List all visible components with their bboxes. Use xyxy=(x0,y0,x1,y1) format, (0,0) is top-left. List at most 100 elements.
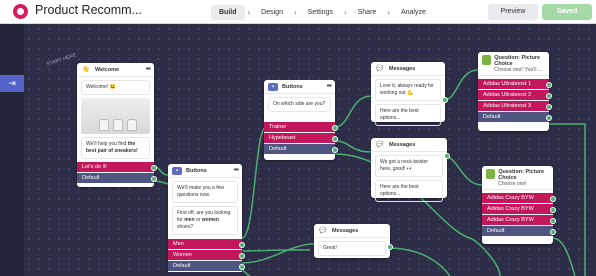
connector-dot[interactable] xyxy=(151,176,157,182)
option-label: Women xyxy=(173,252,192,258)
option-label: Hypebeast xyxy=(269,135,296,141)
option-hypebeast[interactable]: Hypebeast xyxy=(264,133,338,144)
option-crazy-byw-2[interactable]: Adidas Crazy BYW xyxy=(482,204,556,215)
chat-bubble-icon: 💬 xyxy=(376,141,384,148)
option-lets-do-it[interactable]: Let's do it! xyxy=(77,162,157,173)
connector-dot[interactable] xyxy=(442,97,448,103)
option-default[interactable]: Default xyxy=(264,144,338,155)
connector-dot[interactable] xyxy=(546,82,552,88)
shoe-shape xyxy=(99,119,109,131)
shoe-shape xyxy=(113,119,123,131)
more-options-icon[interactable]: ••• xyxy=(234,167,239,174)
connector-dot[interactable] xyxy=(550,196,556,202)
option-ultraboost-2[interactable]: Adidas Ultraboost 2 xyxy=(478,90,552,101)
chat-bubble-icon: 💬 xyxy=(376,65,384,72)
connector-dot[interactable] xyxy=(239,242,245,248)
messages-card-hypebeast[interactable]: 💬 Messages We got a neck-twister here, g… xyxy=(371,138,450,202)
message-bubble: We'll help you find the best pair of sne… xyxy=(81,137,150,159)
picture-choice-card-crazy[interactable]: Question: Picture Choice Choose one! Adi… xyxy=(482,166,556,244)
connector-dot[interactable] xyxy=(239,253,245,259)
buttons-card-side[interactable]: ▪ Buttons ••• On which side are you? Tra… xyxy=(264,80,338,160)
message-bubble: Welcome! 😃 xyxy=(81,80,150,95)
message-bubble: We got a neck-twister here, good! 👀 xyxy=(375,155,443,177)
connector-dot[interactable] xyxy=(151,165,157,171)
connector-dot[interactable] xyxy=(546,93,552,99)
connector-dot[interactable] xyxy=(387,244,393,250)
option-ultraboost-3[interactable]: Adidas Ultraboost 3 xyxy=(478,101,552,112)
option-label: Default xyxy=(173,263,191,269)
card-header: ▪ Buttons ••• xyxy=(264,80,335,94)
card-header: 💬 Messages xyxy=(371,138,447,152)
card-heading: Question: Picture Choice Choose one!' Yo… xyxy=(494,55,545,73)
card-header: 💬 Messages xyxy=(314,224,390,238)
bubble-text: We'll help you find xyxy=(86,141,128,147)
option-default[interactable]: Default xyxy=(478,112,552,123)
option-crazy-byw-3[interactable]: Adidas Crazy BYW xyxy=(482,215,556,226)
option-label: Default xyxy=(487,228,505,234)
card-header: Question: Picture Choice Choose one!' Yo… xyxy=(478,52,549,76)
option-label: Adidas Ultraboost 2 xyxy=(483,92,531,98)
option-label: Let's do it! xyxy=(82,164,107,170)
card-title: Question: Picture Choice xyxy=(494,55,541,67)
card-header: Question: Picture Choice Choose one! xyxy=(482,166,553,190)
connector-dot[interactable] xyxy=(332,125,338,131)
picture-choice-card-ultraboost[interactable]: Question: Picture Choice Choose one!' Yo… xyxy=(478,52,552,131)
connector-dot[interactable] xyxy=(546,115,552,121)
card-header: 💬 Messages xyxy=(371,62,445,76)
shoe-shape xyxy=(127,119,137,131)
option-label: Default xyxy=(269,146,287,152)
more-options-icon[interactable]: ••• xyxy=(327,83,332,90)
message-bubble: We'll make you a few questions now. xyxy=(172,181,238,203)
message-bubble: Here are the best options... xyxy=(375,104,441,126)
sneakers-image xyxy=(81,98,150,134)
bubble-bold-text: men xyxy=(184,217,195,223)
card-heading: Question: Picture Choice Choose one! xyxy=(498,169,549,187)
connector-dot[interactable] xyxy=(550,218,556,224)
option-default[interactable]: Default xyxy=(482,226,556,237)
option-label: Default xyxy=(483,114,501,120)
buttons-icon: ▪ xyxy=(268,82,278,91)
connector-dot[interactable] xyxy=(332,147,338,153)
picture-icon xyxy=(486,169,496,179)
card-title: Messages xyxy=(389,65,416,72)
option-label: Adidas Crazy BYW xyxy=(487,195,534,201)
option-label: Men xyxy=(173,241,184,247)
message-bubble: Great! xyxy=(318,241,386,256)
option-label: Trainer xyxy=(269,124,287,130)
card-subtitle: Choose one!' You'll ... xyxy=(494,67,543,73)
message-bubble: Here are the best options... xyxy=(375,180,443,202)
option-men[interactable]: Men xyxy=(168,239,245,250)
connector-dot[interactable] xyxy=(239,264,245,270)
picture-icon xyxy=(482,55,492,65)
option-label: Adidas Crazy BYW xyxy=(487,217,534,223)
option-default[interactable]: Default xyxy=(77,173,157,184)
card-title: Messages xyxy=(389,141,416,148)
card-subtitle: Choose one! xyxy=(498,181,527,187)
buttons-card-gender[interactable]: ▪ Buttons ••• We'll make you a few quest… xyxy=(168,164,245,272)
bubble-text: or xyxy=(194,217,202,223)
card-header: 👋 Welcome ••• xyxy=(77,63,154,77)
connector-dot[interactable] xyxy=(332,136,338,142)
connector-dot[interactable] xyxy=(550,229,556,235)
option-trainer[interactable]: Trainer xyxy=(264,122,338,133)
chat-bubble-icon: 💬 xyxy=(319,227,327,234)
option-default[interactable]: Default xyxy=(168,261,245,272)
option-ultraboost-1[interactable]: Adidas Ultraboost 1 xyxy=(478,79,552,90)
option-label: Adidas Ultraboost 1 xyxy=(483,81,531,87)
option-crazy-byw-1[interactable]: Adidas Crazy BYW xyxy=(482,193,556,204)
more-options-icon[interactable]: ••• xyxy=(146,66,151,73)
buttons-icon: ▪ xyxy=(172,166,182,175)
welcome-card[interactable]: 👋 Welcome ••• Welcome! 😃 We'll help you … xyxy=(77,63,157,187)
card-title: Buttons xyxy=(282,83,303,90)
messages-card-great[interactable]: 💬 Messages Great! xyxy=(314,224,393,258)
message-bubble: Love it, always ready for working out 💪 xyxy=(375,79,441,101)
card-header: ▪ Buttons ••• xyxy=(168,164,242,178)
messages-card-trainer[interactable]: 💬 Messages Love it, always ready for wor… xyxy=(371,62,448,126)
option-women[interactable]: Women xyxy=(168,250,245,261)
connector-dot[interactable] xyxy=(444,153,450,159)
message-bubble: On which side are you? xyxy=(268,97,331,112)
card-title: Buttons xyxy=(186,167,207,174)
connector-dot[interactable] xyxy=(546,104,552,110)
connector-dot[interactable] xyxy=(550,207,556,213)
card-title: Question: Picture Choice xyxy=(498,169,545,181)
